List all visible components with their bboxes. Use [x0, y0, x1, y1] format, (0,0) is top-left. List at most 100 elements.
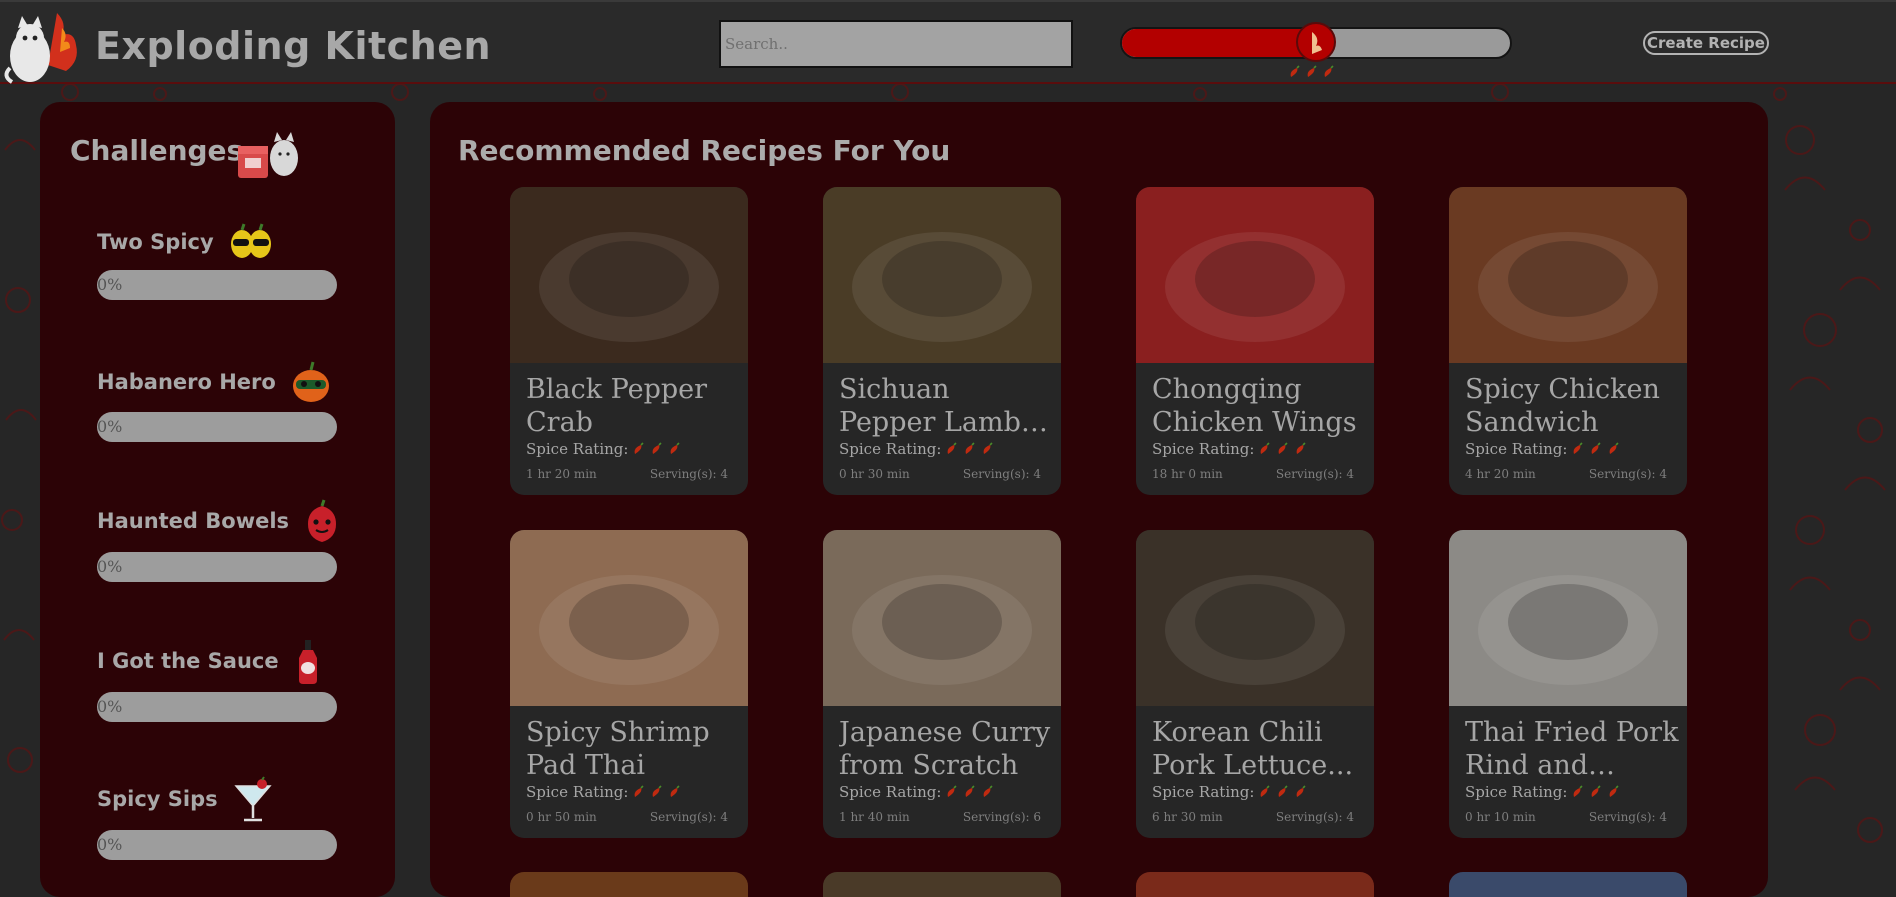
recommended-recipes-panel: Recommended Recipes For You Black Pepper… — [430, 102, 1768, 897]
challenge-progress-bar: 0% — [97, 552, 337, 582]
spice-rating-label: Spice Rating: — [839, 440, 942, 458]
create-recipe-button[interactable]: Create Recipe — [1643, 31, 1769, 55]
spice-rating-label: Spice Rating: — [1152, 440, 1255, 458]
exploding-cat-logo-icon[interactable] — [2, 8, 92, 86]
chili-pepper-icon — [1574, 442, 1584, 454]
app-title[interactable]: Exploding Kitchen — [95, 24, 491, 68]
hot-sauce-bottle-icon — [299, 640, 318, 684]
spice-slider-peppers — [1288, 65, 1336, 79]
recipe-time: 0 hr 30 min — [839, 467, 910, 481]
recipe-spice-rating: Spice Rating: — [1152, 783, 1308, 801]
recipe-servings: Serving(s): 4 — [649, 810, 728, 824]
recipe-servings: Serving(s): 4 — [1275, 810, 1354, 824]
recipe-image[interactable] — [1136, 187, 1374, 363]
chili-pepper-icon — [948, 442, 958, 454]
recipe-title[interactable]: Spicy Chicken Sandwich — [1465, 373, 1680, 439]
recipe-image[interactable] — [1136, 530, 1374, 706]
recipe-title[interactable]: Chongqing Chicken Wings — [1152, 373, 1367, 439]
spice-slider-fill — [1122, 29, 1316, 57]
chili-pepper-icon — [635, 442, 645, 454]
recipe-spice-rating: Spice Rating: — [839, 783, 995, 801]
chili-pepper-icon — [966, 785, 976, 797]
cocktail-glass-icon — [234, 776, 272, 822]
recipe-title[interactable]: Spicy Shrimp Pad Thai — [526, 716, 741, 782]
recipe-card-partial[interactable] — [1449, 872, 1687, 897]
challenge-progress-bar: 0% — [97, 412, 337, 442]
challenges-panel: Challenges Two Spicy 0% Habanero Hero 0%… — [40, 102, 395, 897]
spice-rating-label: Spice Rating: — [1465, 440, 1568, 458]
top-header: Exploding Kitchen Create Recipe — [0, 0, 1896, 84]
chili-pepper-icon — [653, 785, 663, 797]
recipe-title[interactable]: Japanese Curry from Scratch — [839, 716, 1054, 782]
recipe-card[interactable]: Thai Fried Pork Rind and Herb...Spice Ra… — [1449, 530, 1687, 838]
chili-pepper-icon — [671, 785, 681, 797]
chili-pepper-icon — [1592, 442, 1602, 454]
recipe-card-partial[interactable] — [823, 872, 1061, 897]
chili-pepper-icon — [1297, 442, 1307, 454]
challenge-progress-bar: 0% — [97, 692, 337, 722]
spice-rating-label: Spice Rating: — [839, 783, 942, 801]
challenge-item[interactable]: Spicy Sips 0% — [97, 776, 341, 860]
recipe-title[interactable]: Sichuan Pepper Lamb and... — [839, 373, 1054, 439]
recipe-spice-rating: Spice Rating: — [526, 783, 682, 801]
challenge-item[interactable]: I Got the Sauce 0% — [97, 638, 341, 722]
recipe-card[interactable]: Chongqing Chicken Wings Spice Rating: 18 h… — [1136, 187, 1374, 495]
recipe-image[interactable] — [823, 187, 1061, 363]
recipe-servings: Serving(s): 6 — [962, 810, 1041, 824]
recipe-image[interactable] — [1449, 187, 1687, 363]
recipe-card[interactable]: Spicy Chicken Sandwich Spice Rating: 4 hr … — [1449, 187, 1687, 495]
challenge-item[interactable]: Habanero Hero 0% — [97, 360, 341, 442]
recipe-spice-rating: Spice Rating: — [1465, 440, 1621, 458]
recipe-image[interactable] — [510, 530, 748, 706]
spice-rating-label: Spice Rating: — [526, 783, 629, 801]
chili-pepper-icon — [1610, 785, 1620, 797]
recipe-title[interactable]: Black Pepper Crab — [526, 373, 741, 439]
challenge-progress-bar: 0% — [97, 270, 337, 300]
recipe-servings: Serving(s): 4 — [1588, 467, 1667, 481]
recipe-time: 18 hr 0 min — [1152, 467, 1223, 481]
recipe-card-partial[interactable] — [510, 872, 748, 897]
recipe-time: 4 hr 20 min — [1465, 467, 1536, 481]
chili-pepper-icon — [948, 785, 958, 797]
chili-pepper-icon — [1279, 442, 1289, 454]
spice-rating-label: Spice Rating: — [1152, 783, 1255, 801]
recipe-card[interactable]: Korean Chili Pork Lettuce... Spice Rating… — [1136, 530, 1374, 838]
challenge-name: Two Spicy — [97, 230, 214, 254]
recipe-image[interactable] — [1449, 530, 1687, 706]
chili-pepper-icon — [1261, 785, 1271, 797]
recipe-card-partial[interactable] — [1136, 872, 1374, 897]
recipe-image[interactable] — [823, 530, 1061, 706]
recipe-card[interactable]: Japanese Curry from Scratch Spice Rating:… — [823, 530, 1061, 838]
recipe-title[interactable]: Thai Fried Pork Rind and Herb... — [1465, 716, 1680, 782]
challenge-name: Spicy Sips — [97, 787, 218, 811]
recipe-spice-rating: Spice Rating: — [1465, 783, 1621, 801]
search-input[interactable] — [719, 20, 1073, 68]
recipe-title[interactable]: Korean Chili Pork Lettuce... — [1152, 716, 1367, 782]
chili-pepper-icon — [1261, 442, 1271, 454]
recipe-time: 6 hr 30 min — [1152, 810, 1223, 824]
flame-icon — [1312, 32, 1322, 54]
challenge-progress-bar: 0% — [97, 830, 337, 860]
recipe-spice-rating: Spice Rating: — [839, 440, 995, 458]
challenge-item[interactable]: Haunted Bowels 0% — [97, 498, 341, 582]
chili-pepper-icon — [1279, 785, 1289, 797]
recipe-servings: Serving(s): 4 — [962, 467, 1041, 481]
spice-rating-label: Spice Rating: — [526, 440, 629, 458]
challenge-name: Habanero Hero — [97, 370, 276, 394]
challenge-item[interactable]: Two Spicy 0% — [97, 222, 341, 300]
challenges-title: Challenges — [70, 134, 244, 167]
recipe-image[interactable] — [510, 187, 748, 363]
recipe-time: 1 hr 20 min — [526, 467, 597, 481]
recipe-servings: Serving(s): 4 — [1275, 467, 1354, 481]
recipe-time: 0 hr 50 min — [526, 810, 597, 824]
recipe-card[interactable]: Sichuan Pepper Lamb and...Spice Rating: 0… — [823, 187, 1061, 495]
chili-pepper-icon — [1610, 442, 1620, 454]
recommended-title: Recommended Recipes For You — [458, 134, 951, 167]
chili-pepper-icon — [1307, 65, 1317, 77]
recipe-card[interactable]: Black Pepper Crab Spice Rating: 1 hr 20 mi… — [510, 187, 748, 495]
recipe-card[interactable]: Spicy Shrimp Pad Thai Spice Rating: 0 hr 5… — [510, 530, 748, 838]
chili-pepper-icon — [653, 442, 663, 454]
recipe-spice-rating: Spice Rating: — [526, 440, 682, 458]
chili-pepper-icon — [1574, 785, 1584, 797]
spice-slider-thumb[interactable] — [1296, 22, 1336, 62]
